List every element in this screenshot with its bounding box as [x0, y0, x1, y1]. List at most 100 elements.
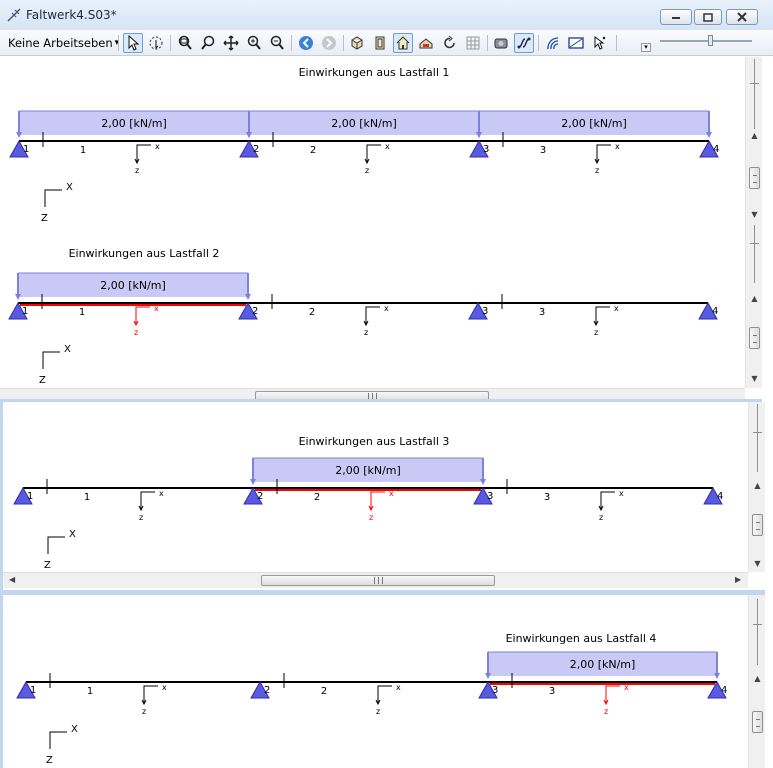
local-axis-z: z	[364, 328, 368, 337]
scroll-left-icon[interactable]: ◀	[9, 576, 15, 584]
member-label: 1	[79, 307, 85, 318]
vertical-scrollbar[interactable]: ▲ ▼	[745, 57, 762, 223]
global-axis-z: Z	[39, 375, 46, 386]
rotate-icon[interactable]	[440, 33, 460, 53]
scroll-track	[757, 404, 758, 472]
node-label: 2	[252, 306, 258, 317]
section-view-icon[interactable]	[416, 33, 436, 53]
local-axis-z: z	[365, 166, 369, 175]
toolbar-separator	[487, 35, 488, 51]
vertical-scrollbar[interactable]: ▲ ▼	[748, 402, 765, 572]
pan-icon[interactable]	[221, 33, 241, 53]
close-button[interactable]	[726, 9, 758, 25]
toolbar: Keine Arbeitseben ▾ ▾	[0, 30, 773, 56]
local-axis-x: x	[389, 489, 394, 498]
scroll-up-icon[interactable]: ▲	[750, 295, 759, 303]
front-view-icon[interactable]	[370, 33, 390, 53]
node-label: 1	[30, 685, 36, 696]
local-axis-icon	[595, 306, 610, 325]
scroll-thumb[interactable]	[749, 167, 760, 189]
member-label: 3	[544, 492, 550, 503]
node-icon[interactable]	[543, 33, 563, 53]
scroll-up-icon[interactable]: ▲	[750, 132, 759, 140]
node-label: 2	[253, 144, 259, 155]
distributed-load: 2,00 [kN/m]	[250, 457, 486, 485]
back-icon[interactable]	[296, 33, 316, 53]
structure-view-4[interactable]: Einwirkungen aus Lastfall 4 2,00 [kN/m] 1 x…	[3, 595, 748, 768]
distributed-load: 2,00 [kN/m]	[485, 651, 720, 679]
structure-view-3[interactable]: Einwirkungen aus Lastfall 3 2,00 [kN/m] 1 x…	[3, 402, 748, 572]
toolbar-overflow-icon[interactable]: ▾	[641, 43, 651, 52]
scroll-up-icon[interactable]: ▲	[753, 482, 762, 490]
load-label: 2,00 [kN/m]	[101, 117, 167, 130]
distributed-load: 2,00 [kN/m]	[15, 272, 251, 300]
minimize-button[interactable]	[660, 9, 692, 25]
layer-select-label: Keine Arbeitseben	[8, 36, 113, 50]
scroll-thumb[interactable]	[752, 514, 763, 536]
zoom-icon[interactable]	[198, 33, 218, 53]
member-label: 1	[84, 492, 90, 503]
maximize-button[interactable]	[694, 9, 722, 25]
load-label: 2,00 [kN/m]	[100, 279, 166, 292]
structure-view-2[interactable]: Einwirkungen aus Lastfall 2 2,00 [kN/m] 1 x…	[0, 223, 745, 388]
load-case-heading: Einwirkungen aus Lastfall 3	[299, 435, 450, 448]
distributed-load: 2,00 [kN/m]	[16, 110, 252, 138]
local-axis-icon	[140, 491, 155, 510]
node-label: 3	[492, 685, 498, 696]
node-label: 2	[257, 491, 263, 502]
load-case-heading: Einwirkungen aus Lastfall 2	[69, 247, 220, 260]
local-axis-icon	[600, 491, 615, 510]
window-title: Faltwerk4.S03*	[26, 8, 117, 22]
link-icon[interactable]	[514, 33, 534, 53]
scroll-down-icon[interactable]: ▼	[750, 211, 759, 219]
member-label: 2	[309, 307, 315, 318]
grid-icon[interactable]	[463, 33, 483, 53]
local-axis-x: x	[155, 142, 160, 151]
cube-icon[interactable]	[347, 33, 367, 53]
vertical-scrollbar[interactable]: ▲ ▼	[745, 223, 762, 388]
node-label: 1	[22, 306, 28, 317]
local-axis-z: z	[142, 707, 146, 716]
toolbar-separator	[538, 35, 539, 51]
zoom-in-icon[interactable]	[244, 33, 264, 53]
zoom-slider-track	[660, 40, 752, 42]
local-axis-z: z	[595, 166, 599, 175]
scroll-thumb[interactable]	[261, 575, 495, 586]
select-arrow-icon[interactable]	[123, 33, 143, 53]
local-axis-icon	[135, 306, 150, 325]
scroll-down-icon[interactable]: ▼	[753, 560, 762, 568]
zoom-slider-thumb[interactable]	[708, 35, 713, 46]
node-label: 1	[23, 144, 29, 155]
layer-select[interactable]: Keine Arbeitseben ▾	[4, 34, 123, 52]
local-axis-x: x	[159, 489, 164, 498]
image-icon[interactable]	[566, 33, 586, 53]
forward-icon[interactable]	[319, 33, 339, 53]
scroll-thumb[interactable]	[752, 711, 763, 733]
local-axis-x: x	[615, 142, 620, 151]
scroll-right-icon[interactable]: ▶	[735, 576, 741, 584]
pick-icon[interactable]	[146, 33, 166, 53]
zoom-out-icon[interactable]	[267, 33, 287, 53]
local-axis-x: x	[384, 304, 389, 313]
local-axis-z: z	[604, 707, 608, 716]
zoom-window-icon[interactable]	[175, 33, 195, 53]
horizontal-scrollbar[interactable]: ◀ ▶	[3, 572, 748, 588]
load-case-panel-2: Einwirkungen aus Lastfall 2 2,00 [kN/m] 1 x…	[0, 223, 762, 402]
member-label: 3	[539, 307, 545, 318]
load-case-heading: Einwirkungen aus Lastfall 4	[506, 632, 657, 645]
structure-view-1[interactable]: Einwirkungen aus Lastfall 1 2,00 [kN/m] 2,…	[0, 57, 745, 223]
toolbar-separator	[170, 35, 171, 51]
load-case-panel-3: Einwirkungen aus Lastfall 3 2,00 [kN/m] 1 x…	[0, 402, 765, 595]
scroll-down-icon[interactable]: ▼	[750, 375, 759, 383]
local-axis-z: z	[139, 513, 143, 522]
local-axis-z: z	[135, 166, 139, 175]
cursor-icon[interactable]	[589, 33, 609, 53]
local-axis-x: x	[614, 304, 619, 313]
scroll-thumb[interactable]	[749, 327, 760, 349]
local-axis-icon	[365, 306, 380, 325]
global-axis-x: X	[64, 344, 71, 355]
home-view-icon[interactable]	[393, 33, 413, 53]
scroll-up-icon[interactable]: ▲	[753, 675, 762, 683]
vertical-scrollbar[interactable]: ▲	[748, 595, 765, 768]
render-icon[interactable]	[491, 33, 511, 53]
